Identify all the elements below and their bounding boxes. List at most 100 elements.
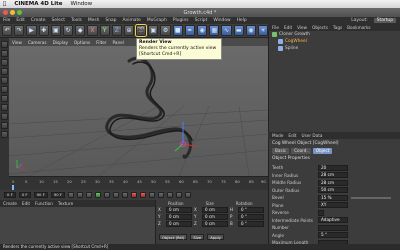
coordinate-mode-select[interactable]: Object (Rel) bbox=[159, 234, 188, 240]
lock-workplane-icon[interactable] bbox=[1, 131, 8, 138]
layout-select[interactable]: Startup bbox=[373, 18, 396, 23]
array-icon[interactable]: ▦ bbox=[209, 25, 220, 36]
viewport-menu-view[interactable]: View bbox=[12, 40, 22, 45]
undo-icon[interactable]: ↶ bbox=[2, 25, 13, 36]
render-picture-viewer-icon[interactable]: ▣ bbox=[148, 25, 159, 36]
timeline-ruler[interactable]: 0 5 10 15 20 25 30 35 40 45 50 55 60 65 … bbox=[9, 176, 268, 190]
render-settings-icon[interactable]: ⚙ bbox=[160, 25, 171, 36]
redo-icon[interactable]: ↷ bbox=[14, 25, 25, 36]
light-icon[interactable]: ☀ bbox=[257, 25, 269, 36]
om-menu-objects[interactable]: Objects bbox=[312, 25, 328, 30]
autokey-icon[interactable] bbox=[140, 192, 147, 198]
plane-select[interactable]: XY bbox=[318, 202, 348, 209]
workplane-icon[interactable] bbox=[1, 68, 8, 75]
parameter-key-icon[interactable] bbox=[185, 192, 192, 198]
menu-animate[interactable]: Animate bbox=[122, 18, 140, 23]
rotation-p-field[interactable]: 0 ° bbox=[238, 213, 264, 220]
position-z-field[interactable]: 0 cm bbox=[166, 220, 192, 227]
om-menu-file[interactable]: File bbox=[272, 25, 279, 30]
inner-radius-field[interactable]: 28 cm bbox=[318, 172, 348, 179]
rotation-key-icon[interactable] bbox=[176, 192, 183, 198]
teeth-field[interactable]: 20 bbox=[318, 164, 348, 171]
attr-menu-mode[interactable]: Mode bbox=[272, 133, 283, 138]
menu-plugins[interactable]: Plugins bbox=[173, 18, 189, 23]
axis-mode-icon[interactable] bbox=[1, 104, 8, 111]
position-x-field[interactable]: 0 cm bbox=[166, 206, 192, 213]
om-menu-view[interactable]: View bbox=[297, 25, 307, 30]
preview-end-field[interactable]: 90 F bbox=[50, 192, 66, 198]
model-mode-icon[interactable] bbox=[1, 50, 8, 57]
viewport-menu-options[interactable]: Options bbox=[74, 40, 90, 45]
record-icon[interactable] bbox=[131, 192, 138, 198]
position-y-field[interactable]: 0 cm bbox=[166, 213, 192, 220]
om-menu-bookmarks[interactable]: Bookmarks bbox=[347, 25, 370, 30]
render-view-icon[interactable]: 🎬 bbox=[135, 24, 148, 37]
rotate-icon[interactable]: ↻ bbox=[62, 25, 74, 36]
previous-frame-icon[interactable] bbox=[86, 192, 93, 198]
recent-tool-icon[interactable]: ◆ bbox=[75, 25, 86, 36]
viewport-menu-display[interactable]: Display bbox=[53, 40, 68, 45]
y-axis-icon[interactable]: Y bbox=[99, 25, 110, 36]
number-field[interactable] bbox=[318, 224, 348, 231]
cube-icon[interactable]: ■ bbox=[172, 25, 183, 36]
move-icon[interactable]: ✚ bbox=[38, 25, 49, 36]
tab-coord[interactable]: Coord. bbox=[291, 148, 311, 154]
end-frame-field[interactable]: 90 F bbox=[33, 192, 48, 198]
menu-script[interactable]: Script bbox=[195, 18, 208, 23]
intermediate-points-select[interactable]: Adaptive bbox=[318, 217, 348, 224]
bevel-field[interactable]: 15 % bbox=[318, 194, 348, 201]
outer-radius-field[interactable]: 50 cm bbox=[318, 187, 348, 194]
previous-key-icon[interactable] bbox=[77, 192, 84, 198]
attr-menu-edit[interactable]: Edit bbox=[288, 133, 296, 138]
tab-basic[interactable]: Basic bbox=[272, 148, 290, 154]
make-editable-icon[interactable] bbox=[1, 41, 8, 48]
viewport-menu-filter[interactable]: Filter bbox=[96, 40, 106, 45]
live-selection-icon[interactable]: ▶ bbox=[26, 25, 37, 36]
apple-menu-icon[interactable]:  bbox=[3, 1, 6, 7]
material-area[interactable] bbox=[0, 207, 155, 244]
menu-tools[interactable]: Tools bbox=[71, 18, 82, 23]
3d-viewport[interactable] bbox=[9, 46, 268, 176]
size-z-field[interactable]: 0 cm bbox=[202, 220, 228, 227]
mat-menu-create[interactable]: Create bbox=[3, 201, 17, 206]
z-axis-icon[interactable]: Z bbox=[111, 25, 122, 36]
reverse-checkbox[interactable] bbox=[318, 209, 324, 216]
menu-edit[interactable]: Edit bbox=[16, 18, 25, 23]
next-frame-icon[interactable] bbox=[104, 192, 111, 198]
om-menu-tags[interactable]: Tags bbox=[333, 25, 342, 30]
menu-file[interactable]: File bbox=[3, 18, 10, 23]
mat-menu-texture[interactable]: Texture bbox=[58, 201, 73, 206]
scale-key-icon[interactable] bbox=[167, 192, 174, 198]
menu-select[interactable]: Select bbox=[51, 18, 65, 23]
goto-end-icon[interactable] bbox=[122, 192, 129, 198]
object-row[interactable]: Spline bbox=[272, 45, 400, 52]
tweak-mode-icon[interactable] bbox=[1, 113, 8, 120]
object-row[interactable]: Cloner Growth bbox=[272, 31, 400, 38]
current-frame-field[interactable]: 0 F bbox=[18, 192, 31, 198]
camera-icon[interactable]: ◉ bbox=[245, 25, 256, 36]
x-axis-icon[interactable]: X bbox=[87, 25, 98, 36]
rotation-b-field[interactable]: 0 ° bbox=[238, 220, 264, 227]
goto-start-icon[interactable] bbox=[68, 192, 75, 198]
next-key-icon[interactable] bbox=[113, 192, 120, 198]
subdivision-icon[interactable]: ◉ bbox=[197, 25, 208, 36]
pen-spline-icon[interactable]: ✒ bbox=[184, 25, 195, 36]
menu-create[interactable]: Create bbox=[31, 18, 46, 23]
mat-menu-edit[interactable]: Edit bbox=[22, 201, 30, 206]
apply-button[interactable]: Apply bbox=[207, 234, 224, 240]
menu-help[interactable]: Help bbox=[237, 18, 247, 23]
menu-snap[interactable]: Snap bbox=[105, 18, 116, 23]
cogwheel-spiral-object[interactable] bbox=[105, 57, 193, 159]
points-mode-icon[interactable] bbox=[1, 77, 8, 84]
edges-mode-icon[interactable] bbox=[1, 86, 8, 93]
coordinate-system-icon[interactable]: ⊕ bbox=[123, 25, 135, 36]
snap-icon[interactable] bbox=[1, 122, 8, 129]
play-icon[interactable] bbox=[95, 192, 102, 198]
viewport-menu-cameras[interactable]: Cameras bbox=[28, 40, 47, 45]
app-menu[interactable]: CINEMA 4D Lite bbox=[14, 1, 62, 7]
deformer-icon[interactable]: ∿ bbox=[221, 25, 232, 36]
menu-mesh[interactable]: Mesh bbox=[88, 18, 100, 23]
tab-object[interactable]: Object bbox=[312, 148, 333, 154]
size-mode-select[interactable]: Size bbox=[190, 234, 205, 240]
viewport-menu-panel[interactable]: Panel bbox=[113, 40, 124, 45]
